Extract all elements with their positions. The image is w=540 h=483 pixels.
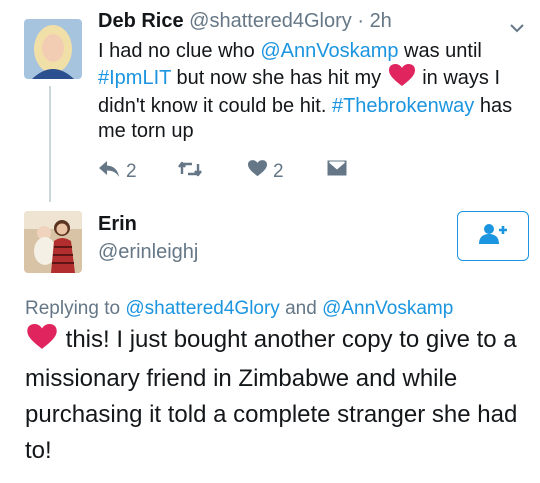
replying-and: and — [279, 298, 323, 319]
user-handle[interactable]: @erinleighj — [98, 241, 198, 264]
add-user-icon — [479, 223, 507, 250]
separator: · — [357, 10, 364, 32]
heart-emoji-icon — [27, 324, 57, 361]
user-handle[interactable]: @shattered4Glory — [189, 10, 352, 32]
tweet-text-part: this! I just bought another copy to give… — [25, 326, 518, 464]
mention-link[interactable]: @AnnVoskamp — [260, 40, 398, 62]
retweet-button[interactable] — [177, 160, 203, 184]
hashtag-link[interactable]: #IpmLIT — [98, 67, 171, 89]
avatar[interactable] — [24, 211, 82, 273]
display-name[interactable]: Erin — [98, 213, 137, 236]
display-name[interactable]: Deb Rice — [98, 10, 184, 32]
replying-prefix: Replying to — [25, 298, 126, 319]
envelope-icon — [327, 160, 347, 182]
tweet-text-part: but now she has hit my — [171, 67, 387, 89]
tweet-text: this! I just bought another copy to give… — [25, 322, 533, 469]
mention-link[interactable]: @AnnVoskamp — [322, 298, 453, 319]
like-button[interactable]: 2 — [248, 160, 284, 183]
hashtag-link[interactable]: #Thebrokenway — [332, 95, 474, 117]
tweet-header: Deb Rice @shattered4Glory · 2h — [98, 10, 392, 33]
timestamp[interactable]: 2h — [370, 10, 392, 32]
reply-button[interactable]: 2 — [98, 160, 137, 184]
reply-icon — [98, 160, 120, 184]
tweet-text-part: I had no clue who — [98, 40, 261, 62]
retweet-icon — [177, 160, 203, 184]
avatar[interactable] — [24, 19, 82, 79]
mention-link[interactable]: @shattered4Glory — [125, 298, 279, 319]
tweet-text: I had no clue who @AnnVoskamp was until … — [98, 39, 530, 144]
thread-line — [49, 86, 51, 202]
reply-count: 2 — [126, 161, 137, 182]
direct-message-button[interactable] — [327, 160, 347, 182]
tweet-text-part: was until — [398, 40, 482, 62]
heart-emoji-icon — [388, 64, 415, 94]
follow-button[interactable] — [457, 211, 529, 261]
chevron-down-icon[interactable] — [510, 20, 524, 38]
like-count: 2 — [273, 160, 284, 182]
replying-to: Replying to @shattered4Glory and @AnnVos… — [25, 298, 453, 320]
heart-icon — [248, 160, 267, 183]
